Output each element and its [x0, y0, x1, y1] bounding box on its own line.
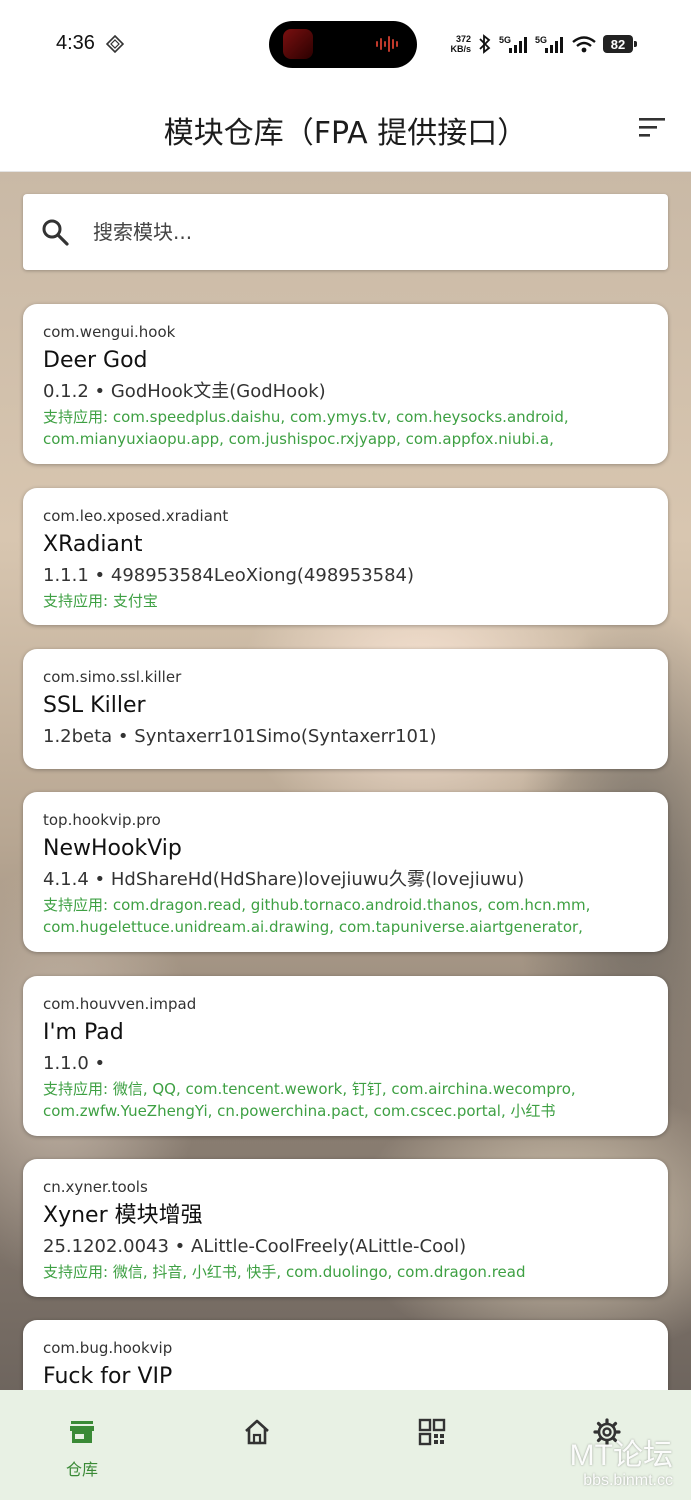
module-meta: 0.1.2 • GodHook文圭(GodHook): [43, 381, 326, 402]
home-icon: [245, 1419, 269, 1445]
net-speed-unit: KB/s: [450, 44, 471, 54]
module-card[interactable]: com.simo.ssl.killer SSL Killer 1.2beta •…: [23, 649, 668, 769]
module-meta: 1.2beta • Syntaxerr101Simo(Syntaxerr101): [43, 726, 437, 747]
module-meta: 25.1202.0043 • ALittle-CoolFreely(ALittl…: [43, 1236, 467, 1257]
module-name: NewHookVip: [43, 836, 182, 861]
nav-item-home[interactable]: [197, 1390, 317, 1500]
status-indicators: 372 KB/s 5G 5G 82: [450, 30, 637, 58]
module-package: com.simo.ssl.killer: [43, 668, 182, 686]
module-package: cn.xyner.tools: [43, 1178, 148, 1196]
module-supported-apps: 支持应用: com.dragon.read, github.tornaco.an…: [43, 896, 591, 936]
module-meta: 4.1.4 • HdShareHd(HdShare)lovejiuwu久雾(lo…: [43, 869, 525, 890]
forum-watermark: MT论坛 bbs.binmt.cc: [570, 1440, 673, 1490]
module-package: com.leo.xposed.xradiant: [43, 507, 229, 525]
module-meta: 1.1.1 • 498953584LeoXiong(498953584): [43, 565, 415, 586]
module-card[interactable]: com.leo.xposed.xradiant XRadiant 1.1.1 •…: [23, 488, 668, 625]
signal-icon-1: 5G: [499, 35, 527, 53]
nav-item-repository[interactable]: 仓库: [22, 1390, 142, 1500]
page-title: 模块仓库（FPA 提供接口）: [163, 116, 528, 151]
module-name: SSL Killer: [43, 693, 146, 718]
module-supported-apps: 支持应用: 微信, QQ, com.tencent.wework, 钉钉, co…: [43, 1080, 576, 1120]
media-thumbnail: [283, 29, 313, 59]
watermark-title: MT论坛: [569, 1439, 673, 1472]
sort-icon[interactable]: [639, 116, 665, 138]
module-card[interactable]: com.wengui.hook Deer God 0.1.2 • GodHook…: [23, 304, 668, 464]
search-icon: [42, 219, 69, 246]
bottom-navigation: 仓库 MT论坛 bbs.binmt.cc: [0, 1390, 691, 1500]
module-package: top.hookvip.pro: [43, 811, 161, 829]
signal-icon-2: 5G: [535, 35, 563, 53]
module-card[interactable]: com.houvven.impad I'm Pad 1.1.0 • 支持应用: …: [23, 976, 668, 1136]
module-package: com.bug.hookvip: [43, 1339, 173, 1357]
battery-indicator: 82: [603, 35, 637, 53]
grid-icon: [418, 1418, 446, 1446]
module-card[interactable]: top.hookvip.pro NewHookVip 4.1.4 • HdSha…: [23, 792, 668, 952]
signal-label-2: 5G: [535, 35, 547, 45]
search-input[interactable]: [93, 212, 633, 252]
module-card[interactable]: cn.xyner.tools Xyner 模块增强 25.1202.0043 •…: [23, 1159, 668, 1297]
module-name: Deer God: [43, 348, 148, 373]
module-supported-apps: 支持应用: com.speedplus.daishu, com.ymys.tv,…: [43, 408, 569, 448]
module-package: com.houvven.impad: [43, 995, 197, 1013]
module-name: Fuck for VIP: [43, 1364, 173, 1389]
module-package: com.wengui.hook: [43, 323, 176, 341]
module-supported-apps: 支持应用: 支付宝: [43, 592, 158, 610]
bluetooth-icon: [479, 34, 491, 54]
diamond-icon: [106, 35, 124, 53]
status-bar: 4:36 372 KB/s 5G 5G 82: [0, 0, 691, 88]
signal-label-1: 5G: [499, 35, 511, 45]
network-speed: 372 KB/s: [450, 34, 471, 54]
store-icon: [70, 1421, 94, 1443]
audio-wave-icon: [376, 36, 398, 52]
module-meta: 1.1.0 •: [43, 1053, 106, 1074]
search-bar[interactable]: [23, 194, 668, 270]
nav-item-modules[interactable]: [372, 1390, 492, 1500]
nav-label-repository: 仓库: [65, 1460, 98, 1479]
module-supported-apps: 支持应用: 微信, 抖音, 小红书, 快手, com.duolingo, com…: [43, 1263, 526, 1281]
dynamic-island[interactable]: [269, 21, 417, 68]
module-name: Xyner 模块增强: [43, 1203, 203, 1228]
net-speed-value: 372: [455, 34, 471, 44]
status-time: 4:36: [56, 32, 95, 54]
module-name: XRadiant: [43, 532, 143, 557]
app-bar: 模块仓库（FPA 提供接口）: [0, 88, 691, 172]
wifi-icon: [572, 36, 596, 53]
module-name: I'm Pad: [43, 1020, 124, 1045]
watermark-url: bbs.binmt.cc: [583, 1472, 673, 1489]
